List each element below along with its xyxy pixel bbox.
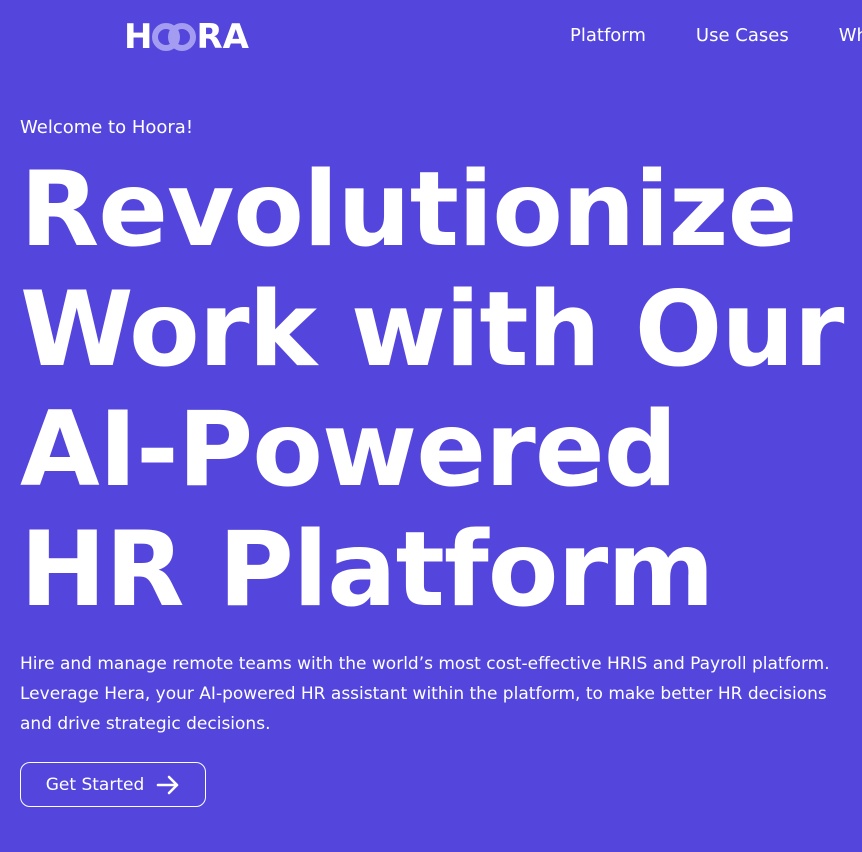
hero-page: H RA Platform Use Cases Wh Welcome to Ho… xyxy=(0,0,862,852)
logo-text-suffix: RA xyxy=(196,17,249,57)
hero-description: Hire and manage remote teams with the wo… xyxy=(20,649,862,739)
main-nav: Platform Use Cases Wh xyxy=(570,24,862,48)
logo-rings-icon xyxy=(152,23,197,51)
arrow-right-icon xyxy=(156,775,179,794)
hero-headline: Revolutionize Work with Our AI-Powered H… xyxy=(20,150,862,630)
nav-link-use-cases[interactable]: Use Cases xyxy=(696,24,789,48)
headline-line: Revolutionize xyxy=(20,150,797,270)
nav-link-platform[interactable]: Platform xyxy=(570,24,646,48)
hoora-logo[interactable]: H RA xyxy=(124,18,249,56)
logo-text-prefix: H xyxy=(124,17,153,57)
description-line: Hire and manage remote teams with the wo… xyxy=(20,654,830,674)
description-line: Leverage Hera, your AI-powered HR assist… xyxy=(20,684,827,704)
headline-line: Work with Our xyxy=(20,270,844,390)
headline-line: AI-Powered xyxy=(20,390,677,510)
hero-eyebrow: Welcome to Hoora! xyxy=(20,117,194,138)
nav-link-truncated[interactable]: Wh xyxy=(839,24,862,48)
headline-line: HR Platform xyxy=(20,510,715,630)
get-started-label: Get Started xyxy=(45,774,145,795)
description-line: and drive strategic decisions. xyxy=(20,714,271,734)
get-started-button[interactable]: Get Started xyxy=(20,762,206,807)
